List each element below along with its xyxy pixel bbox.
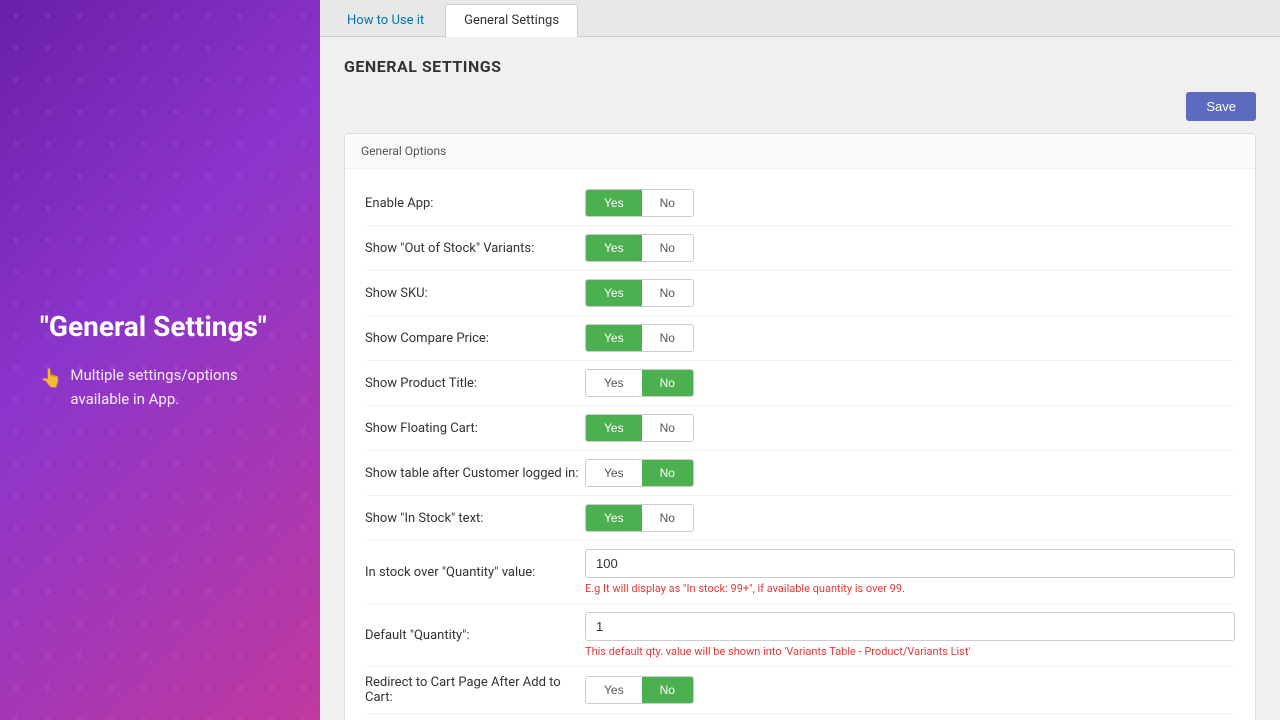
setting-label-show-compare-price: Show Compare Price: bbox=[365, 331, 585, 346]
toggle-no-show-table-after-login[interactable]: No bbox=[642, 460, 693, 486]
setting-label-enable-app: Enable App: bbox=[365, 196, 585, 211]
general-options-box: General Options Enable App:YesNoShow "Ou… bbox=[344, 133, 1256, 720]
toggle-yes-show-out-of-stock[interactable]: Yes bbox=[586, 235, 642, 261]
sidebar-desc-text: Multiple settings/options available in A… bbox=[70, 363, 280, 411]
toggle-group-show-floating-cart: YesNo bbox=[585, 414, 694, 442]
toggle-yes-show-product-title[interactable]: Yes bbox=[586, 370, 642, 396]
setting-row-show-variant-images: Show Variant Images in Table:YesNo bbox=[365, 714, 1235, 720]
toggle-no-show-in-stock-text[interactable]: No bbox=[642, 505, 693, 531]
hint-text-default-quantity: This default qty. value will be shown in… bbox=[585, 645, 1235, 658]
tab-how-to-use[interactable]: How to Use it bbox=[328, 4, 443, 36]
setting-label-show-table-after-login: Show table after Customer logged in: bbox=[365, 466, 585, 481]
setting-row-in-stock-quantity: In stock over "Quantity" value:E.g It wi… bbox=[365, 541, 1235, 604]
input-row-default-quantity: This default qty. value will be shown in… bbox=[585, 612, 1235, 658]
tabs-bar: How to Use it General Settings bbox=[320, 0, 1280, 37]
setting-label-redirect-cart: Redirect to Cart Page After Add to Cart: bbox=[365, 675, 585, 705]
toggle-group-show-product-title: YesNo bbox=[585, 369, 694, 397]
toggle-yes-redirect-cart[interactable]: Yes bbox=[586, 677, 642, 703]
toggle-yes-show-compare-price[interactable]: Yes bbox=[586, 325, 642, 351]
setting-label-show-sku: Show SKU: bbox=[365, 286, 585, 301]
toggle-no-show-sku[interactable]: No bbox=[642, 280, 693, 306]
setting-control-show-in-stock-text: YesNo bbox=[585, 504, 1235, 532]
sidebar-title: "General Settings" bbox=[40, 310, 280, 343]
toggle-no-enable-app[interactable]: No bbox=[642, 190, 693, 216]
setting-control-show-sku: YesNo bbox=[585, 279, 1235, 307]
toggle-no-show-floating-cart[interactable]: No bbox=[642, 415, 693, 441]
setting-label-show-out-of-stock: Show "Out of Stock" Variants: bbox=[365, 241, 585, 256]
content-area: GENERAL SETTINGS Save General Options En… bbox=[320, 37, 1280, 720]
hand-icon: 👆 bbox=[40, 365, 62, 394]
save-button[interactable]: Save bbox=[1186, 92, 1256, 121]
setting-row-show-in-stock-text: Show "In Stock" text:YesNo bbox=[365, 496, 1235, 541]
setting-row-show-out-of-stock: Show "Out of Stock" Variants:YesNo bbox=[365, 226, 1235, 271]
toggle-group-show-sku: YesNo bbox=[585, 279, 694, 307]
hint-text-in-stock-quantity: E.g It will display as "In stock: 99+", … bbox=[585, 582, 1235, 595]
setting-row-show-floating-cart: Show Floating Cart:YesNo bbox=[365, 406, 1235, 451]
setting-row-redirect-cart: Redirect to Cart Page After Add to Cart:… bbox=[365, 667, 1235, 714]
page-title: GENERAL SETTINGS bbox=[344, 57, 1256, 76]
toggle-no-redirect-cart[interactable]: No bbox=[642, 677, 693, 703]
setting-row-show-product-title: Show Product Title:YesNo bbox=[365, 361, 1235, 406]
toggle-yes-show-table-after-login[interactable]: Yes bbox=[586, 460, 642, 486]
input-row-in-stock-quantity: E.g It will display as "In stock: 99+", … bbox=[585, 549, 1235, 595]
toggle-yes-show-sku[interactable]: Yes bbox=[586, 280, 642, 306]
toggle-yes-show-in-stock-text[interactable]: Yes bbox=[586, 505, 642, 531]
setting-label-in-stock-quantity: In stock over "Quantity" value: bbox=[365, 565, 585, 580]
setting-control-show-floating-cart: YesNo bbox=[585, 414, 1235, 442]
setting-control-show-compare-price: YesNo bbox=[585, 324, 1235, 352]
toggle-group-show-in-stock-text: YesNo bbox=[585, 504, 694, 532]
setting-label-show-product-title: Show Product Title: bbox=[365, 376, 585, 391]
tab-general-settings[interactable]: General Settings bbox=[445, 4, 578, 37]
options-header: General Options bbox=[345, 134, 1255, 169]
setting-label-show-in-stock-text: Show "In Stock" text: bbox=[365, 511, 585, 526]
setting-label-default-quantity: Default "Quantity": bbox=[365, 628, 585, 643]
sidebar-description: 👆 Multiple settings/options available in… bbox=[40, 363, 280, 411]
toggle-group-show-out-of-stock: YesNo bbox=[585, 234, 694, 262]
setting-row-show-sku: Show SKU:YesNo bbox=[365, 271, 1235, 316]
toggle-group-show-compare-price: YesNo bbox=[585, 324, 694, 352]
input-field-in-stock-quantity[interactable] bbox=[585, 549, 1235, 578]
setting-control-enable-app: YesNo bbox=[585, 189, 1235, 217]
toggle-no-show-product-title[interactable]: No bbox=[642, 370, 693, 396]
toggle-no-show-compare-price[interactable]: No bbox=[642, 325, 693, 351]
main-content: How to Use it General Settings GENERAL S… bbox=[320, 0, 1280, 720]
setting-row-show-table-after-login: Show table after Customer logged in:YesN… bbox=[365, 451, 1235, 496]
save-bar: Save bbox=[344, 92, 1256, 121]
toggle-no-show-out-of-stock[interactable]: No bbox=[642, 235, 693, 261]
setting-control-show-table-after-login: YesNo bbox=[585, 459, 1235, 487]
sidebar: "General Settings" 👆 Multiple settings/o… bbox=[0, 0, 320, 720]
setting-control-show-product-title: YesNo bbox=[585, 369, 1235, 397]
setting-row-default-quantity: Default "Quantity":This default qty. val… bbox=[365, 604, 1235, 667]
setting-control-redirect-cart: YesNo bbox=[585, 676, 1235, 704]
setting-control-show-out-of-stock: YesNo bbox=[585, 234, 1235, 262]
setting-label-show-floating-cart: Show Floating Cart: bbox=[365, 421, 585, 436]
input-field-default-quantity[interactable] bbox=[585, 612, 1235, 641]
toggle-group-redirect-cart: YesNo bbox=[585, 676, 694, 704]
setting-row-show-compare-price: Show Compare Price:YesNo bbox=[365, 316, 1235, 361]
toggle-group-enable-app: YesNo bbox=[585, 189, 694, 217]
setting-control-default-quantity: This default qty. value will be shown in… bbox=[585, 612, 1235, 658]
setting-row-enable-app: Enable App:YesNo bbox=[365, 181, 1235, 226]
toggle-yes-enable-app[interactable]: Yes bbox=[586, 190, 642, 216]
options-body: Enable App:YesNoShow "Out of Stock" Vari… bbox=[345, 169, 1255, 720]
toggle-yes-show-floating-cart[interactable]: Yes bbox=[586, 415, 642, 441]
setting-control-in-stock-quantity: E.g It will display as "In stock: 99+", … bbox=[585, 549, 1235, 595]
toggle-group-show-table-after-login: YesNo bbox=[585, 459, 694, 487]
